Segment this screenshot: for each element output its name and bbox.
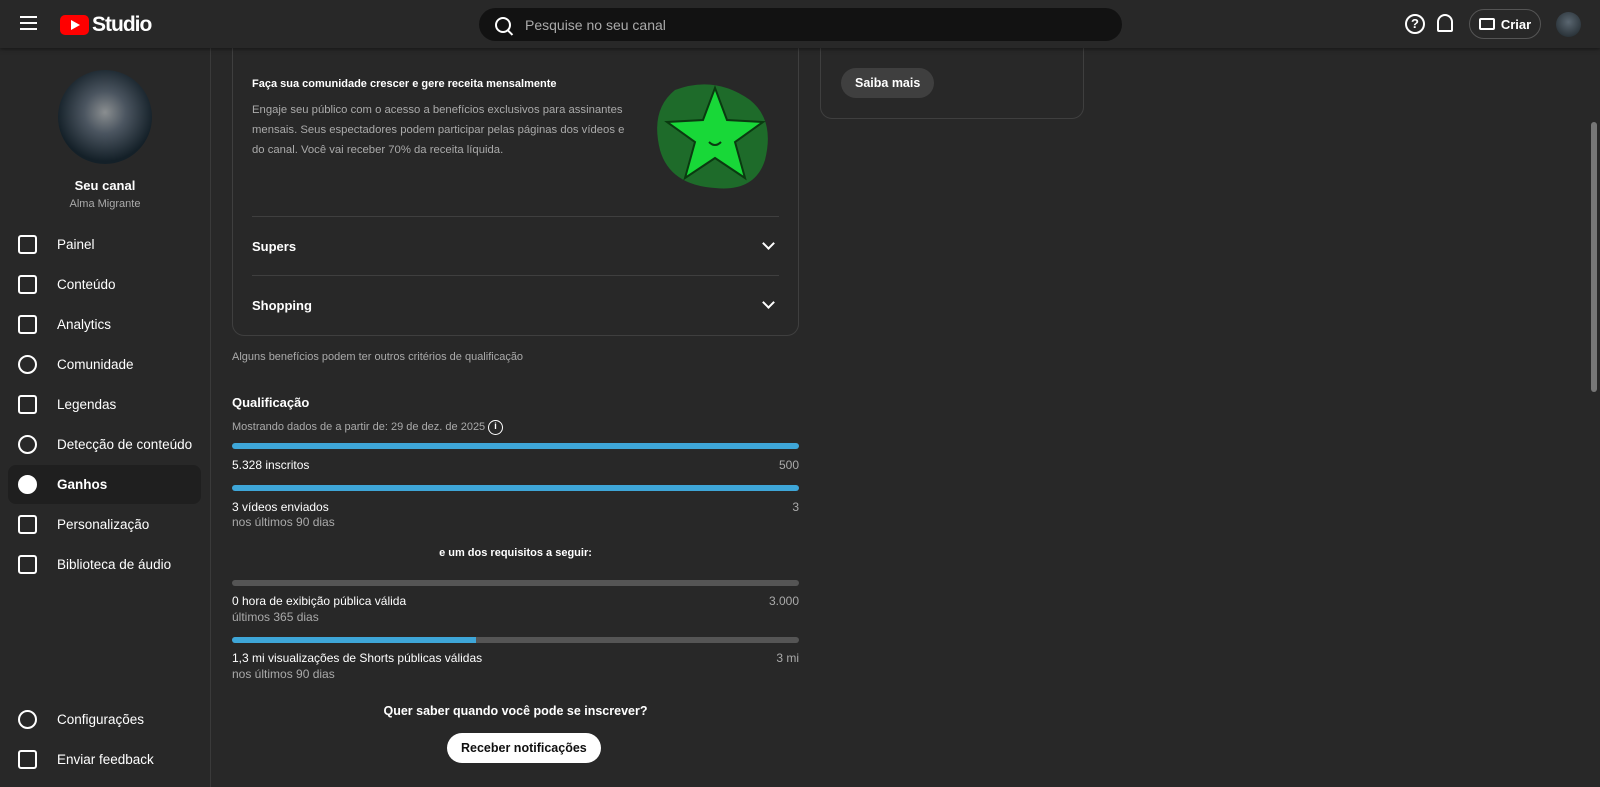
magic-wand-icon [18,515,37,534]
video-camera-icon [1478,18,1495,30]
requirement-subscribers: 5.328 inscritos 500 [232,458,799,472]
sidebar-item-personalizacao[interactable]: Personalização [8,505,201,544]
chevron-down-icon [762,296,775,309]
channel-title: Seu canal [74,178,136,193]
sidebar-item-comunidade[interactable]: Comunidade [8,345,201,384]
requirement-shorts-views: 1,3 mi visualizações de Shorts públicas … [232,651,799,665]
notifications-icon[interactable] [1437,14,1453,32]
requirement-watch-hours: 0 hora de exibição pública válida 3.000 [232,594,799,608]
scrollbar-thumb[interactable] [1591,122,1597,392]
top-bar: Studio Pesquise no seu canal ? Criar [0,0,1600,48]
notify-question: Quer saber quando você pode se inscrever… [383,704,648,718]
memberships-desc: Engaje seu público com o acesso a benefí… [252,104,625,156]
feedback-icon [18,750,37,769]
audio-library-icon [18,555,37,574]
memberships-title: Faça sua comunidade crescer e gere recei… [252,78,557,90]
notify-button[interactable]: Receber notificações [447,733,601,763]
progress-bar [232,443,799,449]
date-note: Mostrando dados de a partir de: 29 de de… [232,421,486,433]
sidebar: Seu canal Alma Migrante Painel Conteúdo … [0,48,211,787]
progress-fill [232,637,476,643]
subtitles-icon [18,395,37,414]
analytics-icon [18,315,37,334]
progress-bar [232,637,799,643]
studio-logo[interactable]: Studio [60,13,152,37]
sidebar-item-feedback[interactable]: Enviar feedback [8,740,201,779]
progress-fill [232,485,799,491]
scrollbar[interactable] [1589,48,1600,787]
copyright-icon [18,435,37,454]
requirement-period: nos últimos 90 dias [232,667,335,681]
sidebar-item-conteudo[interactable]: Conteúdo [8,265,201,304]
channel-name: Alma Migrante [69,198,141,210]
content-icon [18,275,37,294]
qualification-title: Qualificação [232,395,310,410]
youtube-icon [60,15,89,35]
info-icon[interactable]: i [488,420,503,435]
sidebar-item-deteccao[interactable]: Detecção de conteúdo [8,425,201,464]
sidebar-item-configuracoes[interactable]: Configurações [8,700,201,739]
menu-icon[interactable] [20,16,37,34]
progress-fill [232,443,799,449]
or-label: e um dos requisitos a seguir: [439,547,592,559]
dollar-icon [18,475,37,494]
accordion-supers[interactable]: Supers [252,216,779,275]
star-illustration [657,84,768,189]
requirement-videos: 3 vídeos enviados 3 [232,500,799,514]
search-input[interactable]: Pesquise no seu canal [479,8,1122,41]
sidebar-item-analytics[interactable]: Analytics [8,305,201,344]
gear-icon [18,710,37,729]
channel-avatar[interactable] [58,70,152,164]
sidebar-item-ganhos[interactable]: Ganhos [8,465,201,504]
progress-bar [232,485,799,491]
help-icon[interactable]: ? [1405,14,1425,34]
requirement-period: nos últimos 90 dias [232,515,335,529]
learn-more-button[interactable]: Saiba mais [841,68,935,98]
account-avatar[interactable] [1556,12,1581,37]
sidebar-item-biblioteca[interactable]: Biblioteca de áudio [8,545,201,584]
sidebar-item-legendas[interactable]: Legendas [8,385,201,424]
progress-bar [232,580,799,586]
accordion-shopping[interactable]: Shopping [252,275,779,334]
search-icon [495,16,511,33]
eligibility-note: Alguns benefícios podem ter outros crité… [232,351,524,363]
dashboard-icon [18,235,37,254]
community-icon [18,355,37,374]
requirement-period: últimos 365 dias [232,610,319,624]
chevron-down-icon [762,237,775,250]
create-button[interactable]: Criar [1469,9,1541,39]
sidebar-item-painel[interactable]: Painel [8,225,201,264]
